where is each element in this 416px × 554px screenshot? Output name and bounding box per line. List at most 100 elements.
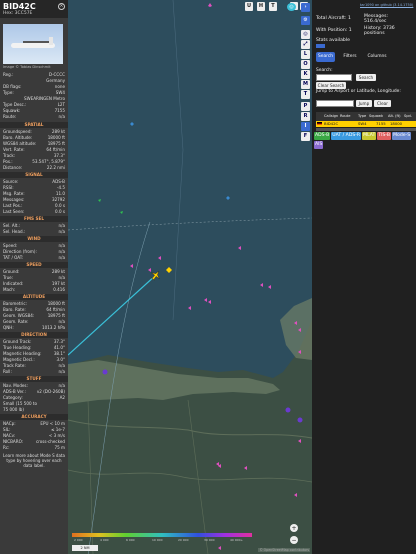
side-button-f[interactable]: F (301, 132, 310, 141)
jump-input[interactable] (316, 100, 354, 107)
info-key: Rc: (3, 445, 10, 450)
info-value: 22.2 nmi (46, 165, 65, 170)
info-value: n/a (58, 369, 65, 374)
section-header[interactable]: SPEED (0, 262, 68, 268)
github-link[interactable]: tar1090 on github (3.14.1750) (360, 3, 413, 7)
info-row: Roll: n/a (3, 369, 65, 375)
altitude-tick-labels: 2 000 4 000 6 000 10 000 20 000 30 000 40 000+ (74, 538, 254, 543)
altitude-color-bar (72, 533, 252, 537)
toggle-u-button[interactable]: U (245, 2, 253, 11)
map-view[interactable]: + − 2 000 4 000 6 000 10 000 20 000 30 000 40 … (68, 0, 312, 554)
tab-filters[interactable]: Filters (339, 52, 361, 62)
side-button-i[interactable]: I (301, 122, 310, 131)
info-value: n/a (58, 255, 65, 260)
stats-graph (316, 44, 325, 48)
info-row: Last Seen: 0.0 s (3, 209, 65, 215)
info-row: QNH: 1013.2 hPa (3, 325, 65, 331)
clear-jump-button[interactable]: Clear (374, 100, 391, 107)
column-header[interactable]: Squawk (369, 112, 383, 121)
legend-item: TIS-B (377, 132, 392, 140)
side-button-p[interactable]: P (301, 102, 310, 111)
section-header[interactable]: ACCURACY (0, 414, 68, 420)
svg-text:−: − (291, 537, 296, 544)
globe-icon[interactable]: ◎ (287, 3, 296, 11)
total-aircraft: Total Aircraft: 1 (316, 16, 351, 21)
info-row: 75 000 lb) (3, 407, 65, 413)
settings-icon[interactable]: ⚙ (301, 16, 310, 25)
legend-item: ADS-B (314, 132, 331, 140)
section-header[interactable]: STUFF (0, 376, 68, 382)
with-position: With Position: 1 (316, 28, 352, 33)
column-header[interactable]: Alt. (ft) (388, 112, 401, 121)
aircraft-detail-sidebar: BID42C Hex: 3CC57E × Image © Tobias Dins… (0, 0, 68, 554)
scale-label: 2 NM (80, 546, 90, 550)
row-callsign: BID42C (324, 121, 339, 126)
sidebar-footer-note: Learn more about Mode S data type by hov… (3, 453, 65, 468)
search-input[interactable] (316, 74, 352, 81)
info-key: Route: (3, 114, 17, 119)
section-header[interactable]: DIRECTION (0, 332, 68, 338)
toggle-t-button[interactable]: T (269, 2, 277, 11)
info-value: 75 m (54, 445, 66, 450)
source-legend: ADS-B UAT / ADS-R MLAT TIS-B Mode-S AIS (314, 131, 414, 149)
map-canvas[interactable]: + − (68, 0, 312, 554)
side-button-o[interactable]: O (301, 60, 310, 69)
column-header[interactable]: Type (358, 112, 366, 121)
stats-available[interactable]: Stats available (316, 38, 350, 43)
info-key: 75 000 lb) (3, 407, 24, 412)
column-header[interactable]: Spd. (404, 112, 412, 121)
column-header[interactable]: Route (340, 112, 350, 121)
side-button-k[interactable]: K (301, 70, 310, 79)
section-header[interactable]: ALTITUDE (0, 294, 68, 300)
info-key: Last Seen: (3, 209, 25, 214)
info-value: n/a (58, 229, 65, 234)
tab-search[interactable]: Search (316, 52, 335, 62)
side-button-l[interactable]: L (301, 50, 310, 59)
info-value: n/a (58, 114, 65, 119)
info-key: Roll: (3, 369, 12, 374)
row-type: SW4 (358, 121, 367, 126)
legend-item: MLAT (362, 132, 377, 140)
toggle-h-button[interactable]: H (257, 2, 265, 11)
target-icon[interactable]: ◎ (301, 30, 310, 39)
search-button[interactable]: Search (356, 74, 376, 81)
side-button-r[interactable]: R (301, 112, 310, 121)
table-row[interactable]: BID42C SW4 7155 18000 (316, 121, 416, 127)
messages-value: 516.4/sec (364, 19, 387, 24)
section-header[interactable]: WIND (0, 236, 68, 242)
info-row: Distance: 22.2 nmi (3, 165, 65, 171)
expand-panel-icon[interactable]: › (301, 3, 310, 12)
legend-item: UAT / ADS-R (331, 132, 362, 140)
info-value: 1013.2 hPa (41, 325, 65, 330)
info-key: QNH: (3, 325, 14, 330)
legend-item: Mode-S (392, 132, 412, 140)
flag-icon (317, 122, 322, 126)
sidebar-header: BID42C Hex: 3CC57E × (0, 0, 68, 18)
altitude-tick-label: 30 000 (204, 538, 215, 542)
altitude-tick-label: 4 000 (100, 538, 109, 542)
info-key: Mach: (3, 287, 16, 292)
info-value: 0.0 s (55, 209, 65, 214)
map-attribution[interactable]: © OpenStreetMap contributors (258, 548, 310, 552)
table-header[interactable]: Callsign Route Type Squawk Alt. (ft) Spd. (316, 112, 416, 121)
section-header[interactable]: SIGNAL (0, 172, 68, 178)
tab-columns[interactable]: Columns (364, 52, 390, 62)
fullscreen-icon[interactable]: ⤢ (301, 40, 310, 49)
clear-search-button[interactable]: Clear Search (316, 82, 346, 89)
info-row: Rc: 75 m (3, 445, 65, 451)
altitude-tick-label: 40 000+ (230, 538, 244, 542)
column-header[interactable]: Callsign (324, 112, 338, 121)
info-key: TAT / OAT: (3, 255, 24, 260)
section-header[interactable]: FMS SEL (0, 216, 68, 222)
info-row: Sel. Head.: n/a (3, 229, 65, 235)
side-button-t[interactable]: T (301, 90, 310, 99)
section-header[interactable]: SPATIAL (0, 122, 68, 128)
close-icon[interactable]: × (58, 3, 65, 10)
side-button-m[interactable]: M (301, 80, 310, 89)
altitude-tick-label: 2 000 (74, 538, 83, 542)
aircraft-photo[interactable] (3, 24, 63, 64)
jump-button[interactable]: Jump (356, 100, 372, 107)
hex-code: Hex: 3CC57E (3, 11, 33, 16)
callsign-title: BID42C (3, 2, 36, 11)
svg-text:+: + (291, 525, 296, 532)
